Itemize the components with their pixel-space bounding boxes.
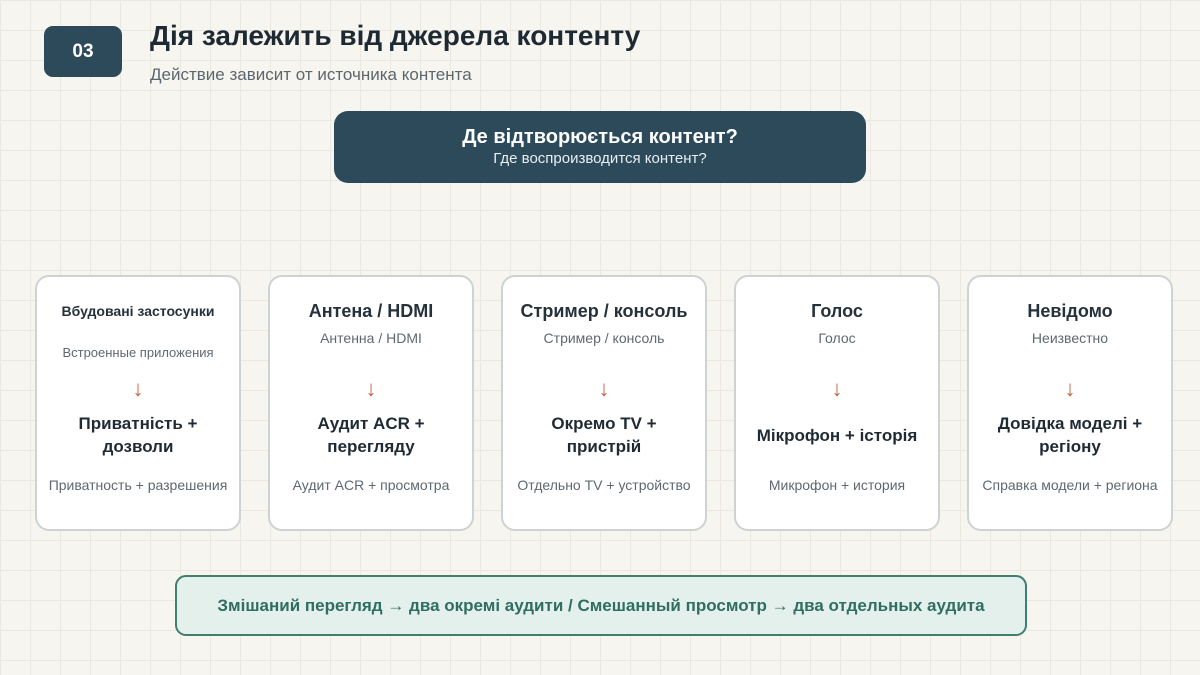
card-title: Невідомо [1027, 300, 1113, 321]
card-action-ru: Справка модели + региона [982, 477, 1158, 493]
card-action: Мікрофон + історія [756, 425, 918, 445]
section-number: 03 [72, 40, 94, 62]
card-title-ru: Встроенные приложения [62, 345, 214, 360]
source-card-unknown: Невідомо Неизвестно ↓ Довідка моделі + р… [967, 275, 1173, 531]
card-title: Стример / консоль [520, 300, 688, 321]
card-action-ru: Отдельно TV + устройство [517, 477, 691, 493]
card-action: Довідка моделі + регіону [997, 414, 1143, 456]
card-title-ru: Антенна / HDMI [320, 330, 422, 346]
question-box: Де відтворюється контент? Где воспроизво… [334, 111, 866, 183]
card-action: Окремо TV + пристрій [551, 414, 657, 456]
question-main: Де відтворюється контент? [462, 126, 738, 148]
arrow-down-icon: ↓ [831, 376, 843, 401]
card-title-ru: Стример / консоль [543, 330, 665, 346]
card-action: Аудит ACR + перегляду [317, 414, 425, 456]
card-action-ru: Приватность + разрешения [48, 477, 228, 493]
arrow-down-icon: ↓ [598, 376, 610, 401]
arrow-down-icon: ↓ [365, 376, 377, 401]
mixed-viewing-note: Змішаний перегляд → два окремі аудити / … [175, 575, 1027, 636]
source-card-antenna-hdmi: Антена / HDMI Антенна / HDMI ↓ Аудит ACR… [268, 275, 474, 531]
source-card-built-in-apps: Вбудовані застосунки Встроенные приложен… [35, 275, 241, 531]
page-title: Дія залежить від джерела контенту [150, 20, 641, 51]
card-title: Антена / HDMI [308, 300, 434, 321]
card-title-ru: Неизвестно [1031, 330, 1109, 346]
source-card-voice: Голос Голос ↓ Мікрофон + історія Микрофо… [734, 275, 940, 531]
card-action-ru: Аудит ACR + просмотра [292, 477, 450, 493]
card-action: Приватність + дозволи [78, 414, 198, 456]
card-action-ru: Микрофон + история [768, 477, 906, 493]
arrow-down-icon: ↓ [132, 376, 144, 401]
page-subtitle: Действие зависит от источника контента [150, 65, 472, 84]
arrow-down-icon: ↓ [1064, 376, 1076, 401]
card-title: Вбудовані застосунки [61, 303, 215, 319]
card-title-ru: Голос [818, 330, 856, 346]
source-card-streamer-console: Стример / консоль Стример / консоль ↓ Ок… [501, 275, 707, 531]
question-sub: Где воспроизводится контент? [493, 150, 707, 167]
card-title: Голос [811, 300, 863, 321]
mixed-viewing-text: Змішаний перегляд → два окремі аудити / … [217, 595, 985, 615]
section-number-badge: 03 [44, 26, 122, 77]
